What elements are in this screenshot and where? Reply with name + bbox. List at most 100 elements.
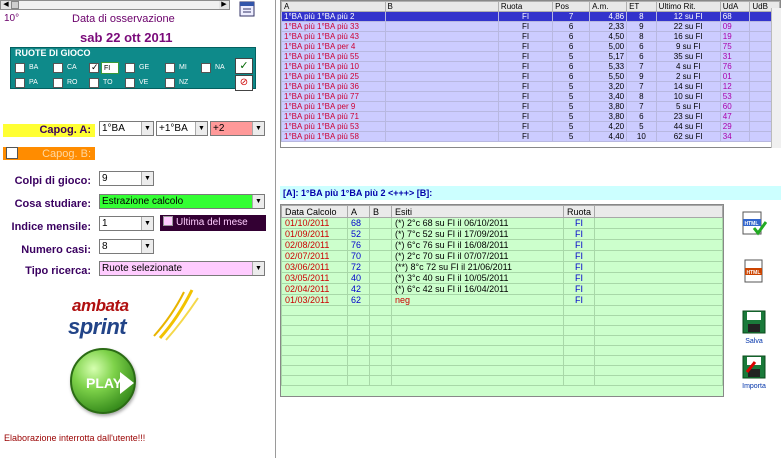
- wheel-checkbox[interactable]: [89, 62, 99, 73]
- results-column-header[interactable]: Pos: [552, 1, 591, 12]
- results-column-header[interactable]: A: [281, 1, 386, 12]
- wheel-checkbox[interactable]: [15, 78, 25, 88]
- history-column-header[interactable]: Data Calcolo: [281, 205, 348, 218]
- scroll-left-arrow-icon[interactable]: ◀: [1, 1, 11, 9]
- wheel-ba[interactable]: BA: [15, 62, 45, 74]
- results-cell-uda: 75: [719, 41, 751, 52]
- wheel-checkbox[interactable]: [15, 63, 25, 73]
- table-row[interactable]: 01/09/2011 52 (*) 7°c 52 su FI il 17/09/20…: [281, 228, 723, 240]
- table-row[interactable]: 02/07/2011 70 (*) 2°c 70 su FI il 07/07/20…: [281, 250, 723, 262]
- wheel-label: MI: [179, 64, 187, 71]
- history-column-header[interactable]: B: [369, 205, 392, 218]
- select-all-wheels-button[interactable]: ✓: [235, 58, 253, 74]
- results-column-header[interactable]: A.m.: [589, 1, 628, 12]
- clear-wheels-button[interactable]: ⊘: [235, 75, 253, 91]
- wheel-checkbox[interactable]: [53, 78, 63, 88]
- wheel-ro[interactable]: RO: [53, 77, 83, 89]
- import-button[interactable]: [741, 354, 767, 380]
- empty-cell: [369, 325, 392, 336]
- date-scrollbar[interactable]: ◀ ▶: [0, 0, 230, 10]
- wheel-to[interactable]: TO: [89, 77, 119, 89]
- wheel-checkbox[interactable]: [89, 78, 99, 88]
- table-row[interactable]: 1°BA più 1°BA per 4 FI 6 5,00 6 9 su FI 75: [281, 41, 780, 52]
- table-row[interactable]: 1°BA più 1°BA più 77 FI 5 3,40 8 10 su FI 53: [281, 91, 780, 102]
- history-column-header[interactable]: Esiti: [391, 205, 564, 218]
- results-column-header[interactable]: ET: [626, 1, 657, 12]
- wheel-nz[interactable]: NZ: [165, 77, 195, 89]
- results-cell-ruota: FI: [497, 121, 554, 132]
- empty-cell: [347, 315, 370, 326]
- table-row[interactable]: 1°BA più 1°BA più 71 FI 5 3,80 6 23 su FI 47: [281, 111, 780, 122]
- results-column-header[interactable]: Ruota: [497, 1, 554, 12]
- wheel-checkbox[interactable]: [53, 63, 63, 73]
- table-row[interactable]: 03/05/2011 40 (*) 3°c 40 su FI il 10/05/20…: [281, 272, 723, 284]
- colpi-select[interactable]: 9 ▼: [99, 171, 154, 186]
- table-row[interactable]: 03/06/2011 72 (**) 8°c 72 su FI il 21/06/2…: [281, 261, 723, 273]
- html-check-icon: HTML: [742, 211, 768, 236]
- ultima-mese-toggle[interactable]: Ultima del mese: [160, 215, 266, 231]
- wheel-checkbox[interactable]: [165, 78, 175, 88]
- table-row[interactable]: 1°BA più 1°BA più 33 FI 6 2,33 9 22 su FI 09: [281, 21, 780, 32]
- save-button[interactable]: [741, 309, 767, 335]
- ultima-mese-checkbox[interactable]: [163, 216, 173, 226]
- wheel-mi[interactable]: MI: [165, 62, 195, 74]
- capog-a-select-3[interactable]: +2 ▼: [210, 121, 265, 136]
- history-cell-a: 42: [347, 283, 370, 295]
- results-grid-scrollbar[interactable]: [771, 8, 781, 148]
- wheel-pa[interactable]: PA: [15, 77, 45, 89]
- empty-cell: [562, 305, 596, 316]
- table-row[interactable]: 02/08/2011 76 (*) 6°c 76 su FI il 16/08/20…: [281, 239, 723, 251]
- table-row[interactable]: 01/03/2011 62 neg FI: [281, 294, 723, 306]
- play-button[interactable]: PLAY: [70, 348, 136, 414]
- scroll-right-arrow-icon[interactable]: ▶: [219, 1, 229, 9]
- indice-label: Indice mensile:: [11, 221, 91, 233]
- ricerca-select[interactable]: Ruote selezionate ▼: [99, 261, 265, 276]
- history-grid[interactable]: Data Calcolo A B Esiti Ruota 01/10/2011 68 (*)…: [280, 204, 724, 397]
- results-cell-et: 5: [626, 121, 657, 132]
- results-cell-rit: 5 su FI: [655, 101, 721, 112]
- capog-a-select-2[interactable]: +1°BA ▼: [156, 121, 208, 136]
- indice-select[interactable]: 1 ▼: [99, 216, 154, 231]
- wheel-ge[interactable]: GE: [125, 62, 155, 74]
- table-row[interactable]: 1°BA più 1°BA più 55 FI 5 5,17 6 35 su FI 31: [281, 51, 780, 62]
- table-row[interactable]: 1°BA più 1°BA più 36 FI 5 3,20 7 14 su FI 12: [281, 81, 780, 92]
- history-cell-esito: (*) 2°c 70 su FI il 07/07/2011: [391, 250, 564, 262]
- history-column-header[interactable]: A: [347, 205, 370, 218]
- scroll-thumb[interactable]: [11, 1, 19, 9]
- table-row[interactable]: 1°BA più 1°BA più 25 FI 6 5,50 9 2 su FI 01: [281, 71, 780, 82]
- wheel-checkbox[interactable]: [125, 78, 135, 88]
- wheel-checkbox[interactable]: [125, 63, 135, 73]
- results-cell-a: 1°BA più 1°BA più 43: [281, 31, 386, 42]
- wheel-checkbox[interactable]: [201, 63, 211, 73]
- results-column-header[interactable]: UdA: [719, 1, 751, 12]
- capog-a-select-1[interactable]: 1°BA ▼: [99, 121, 154, 136]
- wheel-na[interactable]: NA: [201, 62, 231, 74]
- empty-cell: [281, 335, 348, 346]
- history-column-header[interactable]: Ruota: [562, 205, 596, 218]
- table-row[interactable]: 02/04/2011 42 (*) 6°c 42 su FI il 16/04/20…: [281, 283, 723, 295]
- calendar-icon[interactable]: [238, 0, 256, 18]
- open-html-button[interactable]: HTML: [741, 258, 767, 284]
- table-row[interactable]: 1°BA più 1°BA più 2 FI 7 4,86 8 12 su FI 68: [281, 11, 780, 22]
- wheel-fi[interactable]: FI: [89, 62, 119, 74]
- wheel-ca[interactable]: CA: [53, 62, 83, 74]
- empty-cell: [594, 365, 723, 376]
- wheel-checkbox[interactable]: [165, 63, 175, 73]
- results-column-header[interactable]: Ultimo Rit.: [655, 1, 721, 12]
- results-cell-pos: 5: [552, 51, 591, 62]
- results-column-header[interactable]: B: [384, 1, 499, 12]
- export-html-button[interactable]: HTML: [741, 210, 768, 236]
- table-row[interactable]: 1°BA più 1°BA più 43 FI 6 4,50 8 16 su FI 19: [281, 31, 780, 42]
- studiare-select[interactable]: Estrazione calcolo ▼: [99, 194, 265, 209]
- empty-row: [281, 325, 723, 336]
- wheel-ve[interactable]: VE: [125, 77, 155, 89]
- casi-select[interactable]: 8 ▼: [99, 239, 154, 254]
- history-cell-esito: (*) 6°c 42 su FI il 16/04/2011: [391, 283, 564, 295]
- empty-cell: [391, 355, 564, 366]
- results-grid[interactable]: A B Ruota Pos A.m. ET Ultimo Rit. UdA UdB 1°BA p…: [280, 0, 781, 148]
- table-row[interactable]: 1°BA più 1°BA per 9 FI 5 3,80 7 5 su FI 60: [281, 101, 780, 112]
- table-row[interactable]: 01/10/2011 68 (*) 2°c 68 su FI il 06/10/20…: [281, 217, 723, 229]
- table-row[interactable]: 1°BA più 1°BA più 10 FI 6 5,33 7 4 su FI 76: [281, 61, 780, 72]
- table-row[interactable]: 1°BA più 1°BA più 58 FI 5 4,40 10 62 su FI 34: [281, 131, 780, 142]
- table-row[interactable]: 1°BA più 1°BA più 53 FI 5 4,20 5 44 su FI 29: [281, 121, 780, 132]
